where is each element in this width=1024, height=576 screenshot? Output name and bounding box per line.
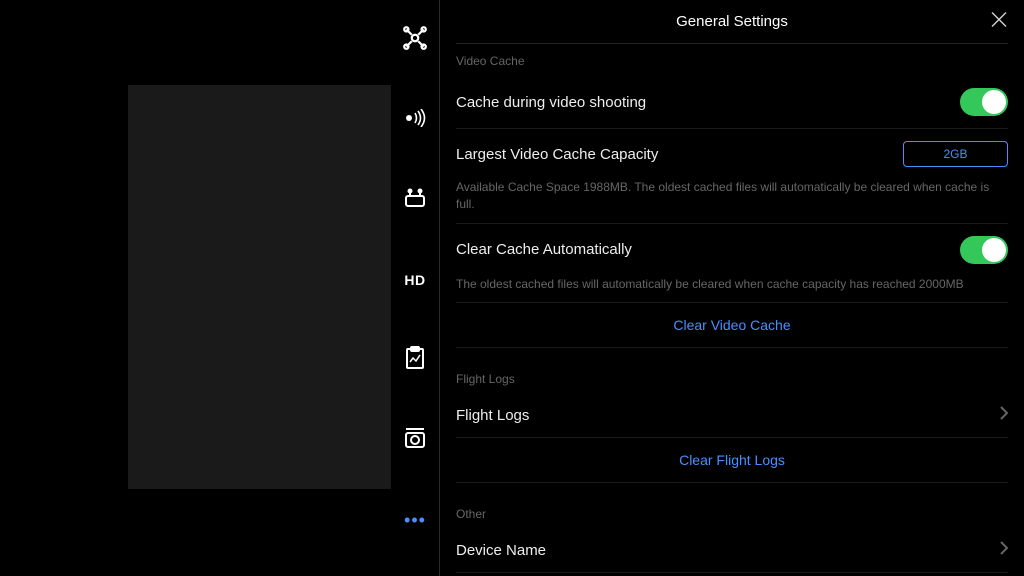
- sidebar-item-gimbal[interactable]: [399, 424, 431, 456]
- row-device-name[interactable]: Device Name: [456, 529, 1008, 573]
- camera-icon: [403, 427, 427, 454]
- more-icon: •••: [404, 510, 426, 531]
- controller-icon: [403, 186, 427, 215]
- panel-title: General Settings: [676, 13, 788, 30]
- signal-icon: [403, 109, 427, 132]
- clipboard-icon: [404, 346, 426, 375]
- sidebar-item-general[interactable]: •••: [399, 504, 431, 536]
- drone-icon: [402, 25, 428, 56]
- toggle-clear-auto[interactable]: [960, 236, 1008, 264]
- row-largest-capacity: Largest Video Cache Capacity 2GB: [456, 129, 1008, 179]
- clear-flight-logs-link[interactable]: Clear Flight Logs: [456, 438, 1008, 483]
- section-label-video-cache: Video Cache: [456, 44, 1008, 76]
- row-label: Flight Logs: [456, 407, 529, 424]
- capacity-button[interactable]: 2GB: [903, 141, 1008, 167]
- sidebar-item-controller[interactable]: [399, 184, 431, 216]
- sidebar-item-signal[interactable]: [399, 104, 431, 136]
- row-flight-logs[interactable]: Flight Logs: [456, 394, 1008, 438]
- panel-header: General Settings: [456, 0, 1008, 44]
- settings-main-panel: General Settings Video Cache Cache durin…: [440, 0, 1024, 576]
- clear-auto-description: The oldest cached files will automatical…: [456, 276, 1008, 304]
- chevron-right-icon: [1000, 406, 1008, 425]
- toggle-cache-shooting[interactable]: [960, 88, 1008, 116]
- capacity-description: Available Cache Space 1988MB. The oldest…: [456, 179, 1008, 224]
- sidebar-item-battery[interactable]: [399, 344, 431, 376]
- sidebar-item-hd[interactable]: HD: [399, 264, 431, 296]
- clear-video-cache-link[interactable]: Clear Video Cache: [456, 303, 1008, 348]
- section-label-other: Other: [456, 497, 1008, 529]
- background-preview-panel: [128, 85, 391, 489]
- row-label: Largest Video Cache Capacity: [456, 146, 658, 163]
- hd-icon: HD: [404, 272, 425, 288]
- row-label: Clear Cache Automatically: [456, 241, 632, 258]
- settings-sidebar: HD •••: [391, 0, 439, 576]
- sidebar-item-aircraft[interactable]: [399, 24, 431, 56]
- row-clear-auto: Clear Cache Automatically: [456, 224, 1008, 276]
- row-label: Device Name: [456, 542, 546, 559]
- section-label-flight-logs: Flight Logs: [456, 362, 1008, 394]
- close-button[interactable]: [990, 10, 1008, 33]
- row-label: Cache during video shooting: [456, 94, 646, 111]
- chevron-right-icon: [1000, 541, 1008, 560]
- row-cache-during-shooting: Cache during video shooting: [456, 76, 1008, 129]
